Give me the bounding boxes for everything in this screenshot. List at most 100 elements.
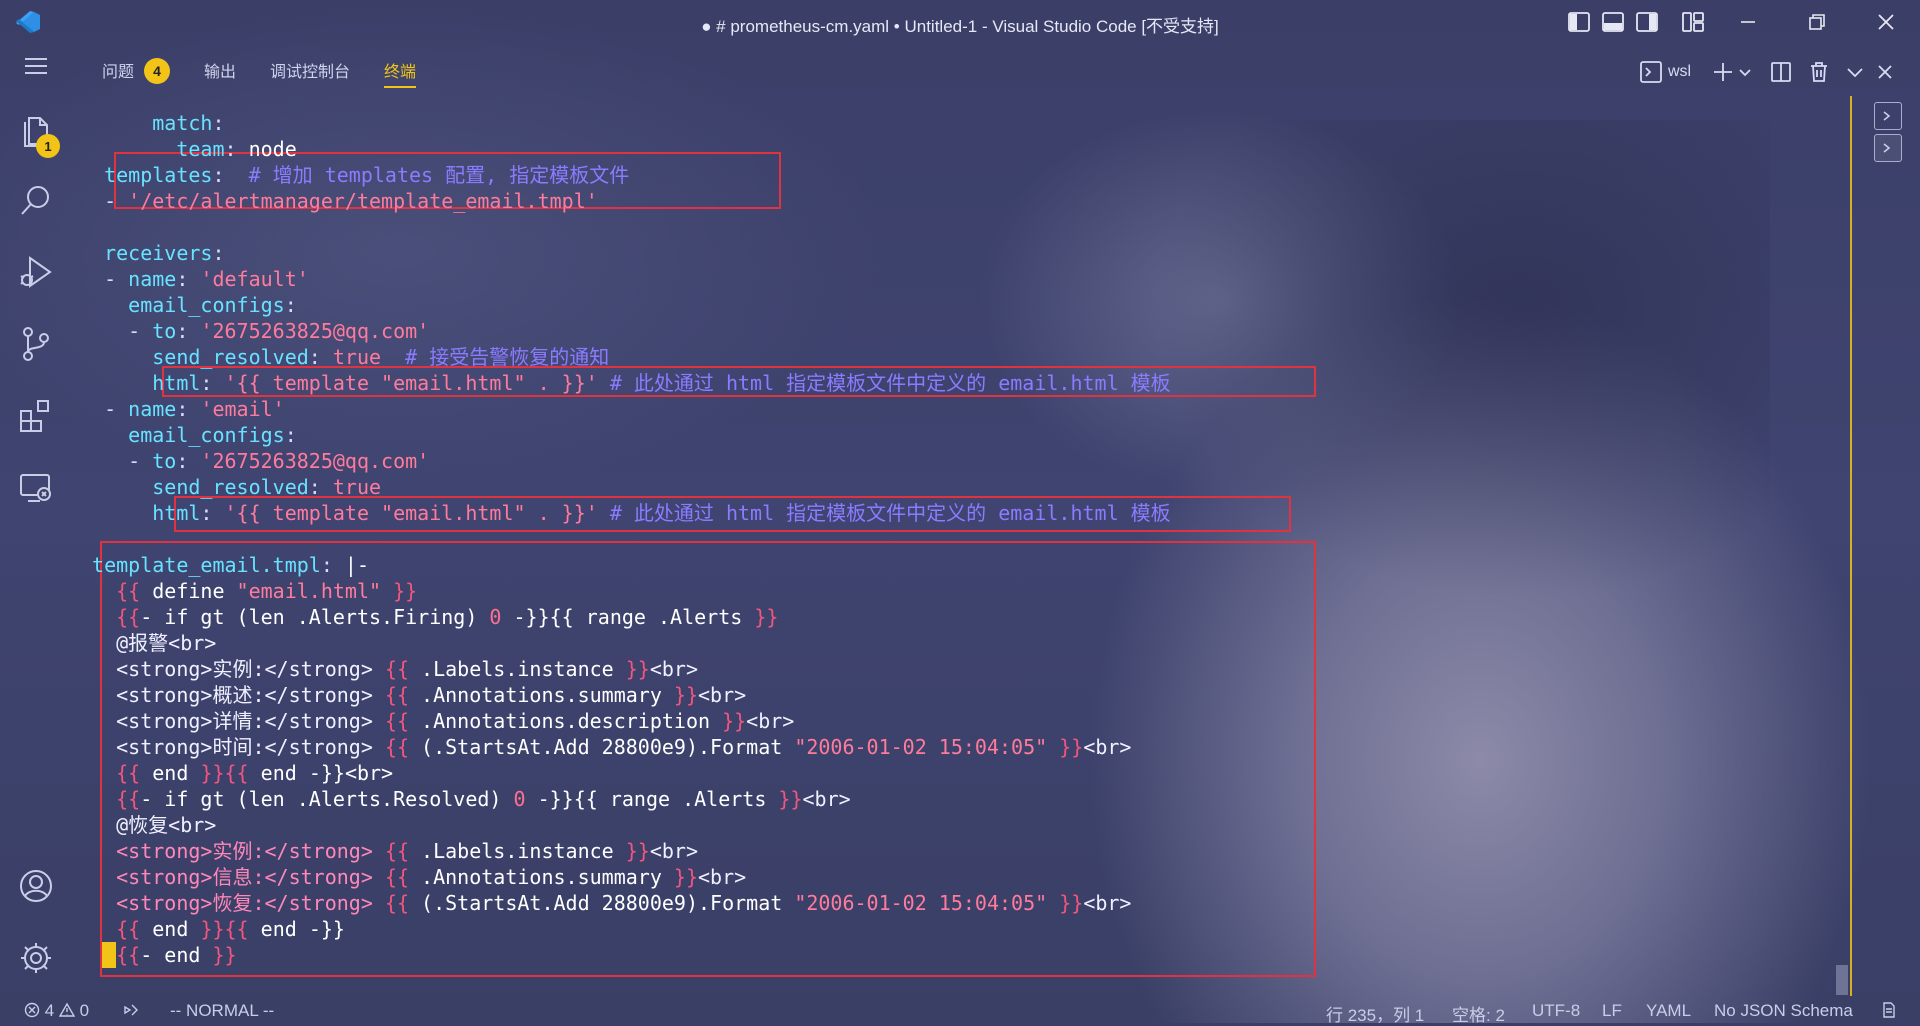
terminal-line: {{- if gt (len .Alerts.Firing) 0 -}}{{ r…: [80, 604, 778, 630]
terminal-token: -: [80, 397, 129, 421]
terminal-instance-1[interactable]: [1874, 102, 1902, 130]
encoding[interactable]: UTF-8: [1532, 1001, 1580, 1021]
terminal-token: {{: [116, 761, 141, 785]
terminal-token: <br>: [698, 865, 747, 889]
tab-debug-console[interactable]: 调试控制台: [270, 58, 350, 88]
terminal-line: {{ end }}{{ end -}}<br>: [80, 760, 393, 786]
restore-icon[interactable]: [1797, 8, 1837, 36]
search-icon[interactable]: [16, 180, 56, 220]
terminal-token: -: [80, 267, 129, 291]
maximize-panel-button[interactable]: [1846, 58, 1864, 86]
chevron-down-icon[interactable]: [1738, 65, 1752, 79]
terminal-token: {{: [384, 891, 409, 915]
error-count: 4: [44, 1001, 55, 1020]
close-panel-button[interactable]: [1876, 58, 1894, 86]
terminal-token: {{: [116, 579, 141, 603]
terminal-token: <br>: [1083, 735, 1132, 759]
toggle-primary-sidebar-icon[interactable]: [1568, 12, 1590, 32]
terminal-line: {{ end }}{{ end -}}: [80, 916, 345, 942]
toggle-panel-icon[interactable]: [1602, 12, 1624, 32]
terminal-token: :: [308, 345, 333, 369]
terminal-token: :: [212, 111, 225, 135]
terminal-token: }}: [625, 657, 650, 681]
terminal-token: <strong>详情:</strong>: [80, 709, 385, 733]
terminal-token: <br>: [698, 683, 747, 707]
minimize-icon[interactable]: [1728, 8, 1768, 36]
cursor-position[interactable]: 行 235，列 1: [1326, 1001, 1424, 1026]
terminal-token: <strong>实例:</strong>: [80, 657, 385, 681]
terminal-line: match:: [80, 110, 225, 136]
end-of-line[interactable]: LF: [1602, 1001, 1622, 1021]
explorer-icon[interactable]: 1: [16, 110, 60, 158]
problems-count-badge: 4: [144, 57, 171, 84]
terminal-token: }}{{: [200, 761, 249, 785]
terminal-token: }}{{: [200, 917, 249, 941]
chevron-down-icon: [1847, 68, 1863, 78]
terminal-token: template_email.tmpl: [80, 553, 321, 577]
terminal-token: send_resolved: [80, 475, 309, 499]
terminal-small-icon: [1883, 111, 1891, 121]
terminal-line: - '/etc/alertmanager/template_email.tmpl…: [80, 188, 598, 214]
notifications-icon[interactable]: [1880, 1001, 1898, 1024]
terminal-line: send_resolved: true # 接受告警恢复的通知: [80, 344, 609, 370]
remote-explorer-icon[interactable]: [16, 468, 56, 508]
status-bar: 4 0 -- NORMAL -- 行 235，列 1 空格: 2 UTF-8 L…: [0, 999, 1920, 1026]
tab-output[interactable]: 输出: [204, 58, 236, 88]
terminal-token: html: [80, 371, 201, 395]
terminal-line: email_configs:: [80, 422, 297, 448]
terminal-token: }}: [1047, 735, 1084, 759]
terminal-token: }}: [212, 943, 237, 967]
split-terminal-button[interactable]: [1770, 58, 1792, 86]
tab-problems[interactable]: 问题 4: [102, 57, 171, 88]
settings-gear-icon[interactable]: [16, 938, 56, 978]
plus-icon: [1714, 63, 1732, 81]
terminal-token: to: [152, 319, 177, 343]
explorer-badge: 1: [36, 134, 60, 158]
terminal-token: }}: [381, 579, 418, 603]
toggle-secondary-sidebar-icon[interactable]: [1636, 12, 1658, 32]
extensions-icon[interactable]: [16, 396, 56, 436]
terminal-token: (.StartsAt.Add 28800e9).Format: [409, 735, 795, 759]
terminal-token: <br>: [649, 657, 699, 681]
close-window-icon[interactable]: [1866, 8, 1906, 36]
terminal-token: :: [176, 397, 201, 421]
terminal-token: <strong>恢复:</strong>: [80, 891, 385, 915]
tab-terminal[interactable]: 终端: [384, 58, 417, 88]
account-icon[interactable]: [16, 866, 56, 906]
panel-divider: [1850, 96, 1852, 996]
customize-layout-icon[interactable]: [1682, 12, 1704, 32]
indentation[interactable]: 空格: 2: [1452, 1001, 1505, 1026]
terminal-line: - to: '2675263825@qq.com': [80, 448, 429, 474]
terminal-token: html: [80, 501, 201, 525]
terminal-token: - end: [140, 943, 213, 967]
terminal-token: .Annotations.summary: [409, 683, 674, 707]
terminal-line: - name: 'default': [80, 266, 309, 292]
json-schema[interactable]: No JSON Schema: [1714, 1001, 1853, 1021]
terminal-output[interactable]: match: team: node templates: # 增加 templa…: [80, 108, 1830, 998]
terminal-token: define: [140, 579, 237, 603]
vim-mode: -- NORMAL --: [170, 1001, 275, 1020]
terminal-line: <strong>实例:</strong> {{ .Labels.instance…: [80, 838, 698, 864]
problems-status[interactable]: 4 0: [24, 1001, 89, 1021]
terminal-token: - if gt (len .Alerts.Firing): [140, 605, 490, 629]
terminal-token: -: [80, 319, 153, 343]
new-terminal-button[interactable]: [1712, 58, 1752, 86]
terminal-line: - to: '2675263825@qq.com': [80, 318, 429, 344]
terminal-token: end -}}: [248, 917, 345, 941]
terminal-line: <strong>概述:</strong> {{ .Annotations.sum…: [80, 682, 746, 708]
terminal-scrollbar[interactable]: [1836, 965, 1848, 995]
terminal-shell-selector[interactable]: wsl: [1640, 58, 1691, 86]
terminal-line: html: '{{ template "email.html" . }}' # …: [80, 370, 1170, 396]
language-mode[interactable]: YAML: [1646, 1001, 1691, 1021]
terminal-instance-2[interactable]: [1874, 134, 1902, 162]
terminal-token: :: [176, 449, 201, 473]
source-control-icon[interactable]: [16, 324, 56, 364]
menu-icon[interactable]: [16, 46, 56, 86]
terminal-token: end -}}<br>: [248, 761, 394, 785]
kill-terminal-button[interactable]: [1808, 58, 1830, 86]
shell-label: wsl: [1668, 63, 1692, 80]
port-forward-icon[interactable]: [122, 1001, 140, 1024]
terminal-line: @报警<br>: [80, 630, 216, 656]
run-debug-icon[interactable]: [16, 252, 56, 292]
terminal-line: <strong>信息:</strong> {{ .Annotations.sum…: [80, 864, 746, 890]
